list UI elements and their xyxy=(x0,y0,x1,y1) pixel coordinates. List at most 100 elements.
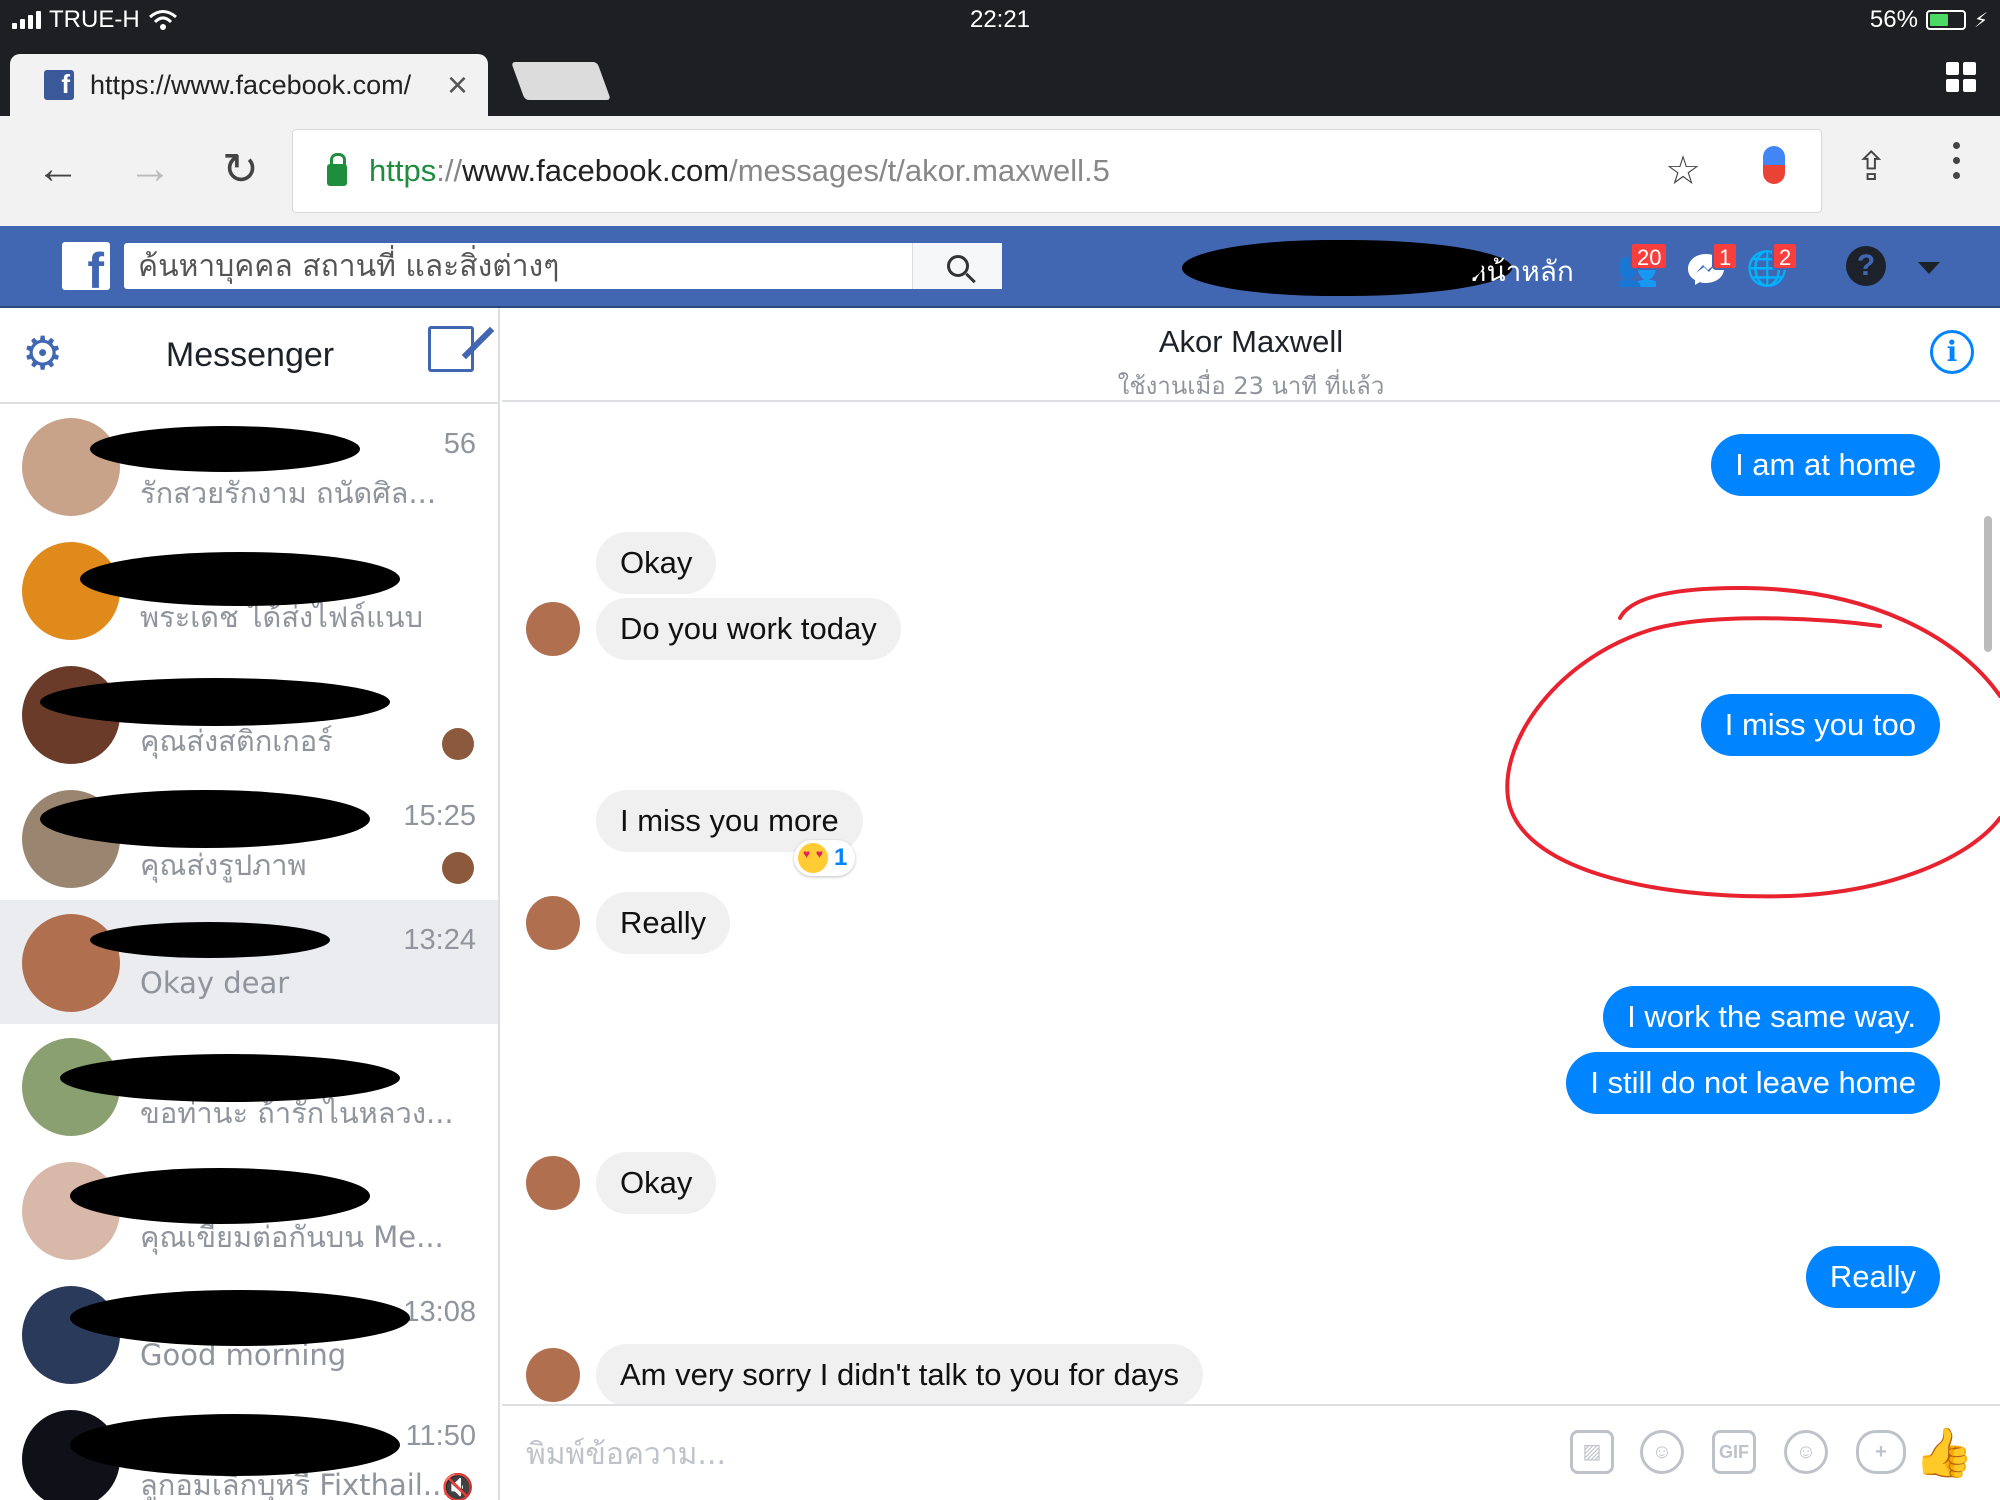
received-message-bubble[interactable]: Okay xyxy=(596,532,717,594)
battery-percent: 56% xyxy=(1869,6,1918,33)
friend-requests-button[interactable]: 👥 20 xyxy=(1616,242,1669,288)
forward-arrow-icon[interactable]: → xyxy=(128,144,172,194)
received-message-bubble[interactable]: Really xyxy=(596,892,731,954)
menu-kebab-icon[interactable] xyxy=(1953,142,1960,179)
notifications-button[interactable]: 🌐 2 xyxy=(1746,242,1799,288)
sidebar-title: Messenger xyxy=(165,336,335,374)
address-bar[interactable]: https://www.facebook.com/messages/t/akor… xyxy=(292,129,1822,213)
sender-avatar[interactable] xyxy=(526,602,580,656)
muted-icon: 🔇 xyxy=(441,1472,474,1500)
info-icon[interactable]: i xyxy=(1930,330,1974,374)
avatar xyxy=(22,418,120,516)
messages-badge: 1 xyxy=(1712,242,1739,270)
conversation-item[interactable]: Good morning 13:08 xyxy=(0,1272,498,1396)
redaction-mark xyxy=(90,922,330,958)
received-message-bubble[interactable]: Okay xyxy=(596,1152,717,1214)
redaction-mark xyxy=(1182,240,1482,296)
bookmark-star-icon[interactable]: ☆ xyxy=(1665,148,1701,194)
sender-avatar[interactable] xyxy=(526,1156,580,1210)
received-message-bubble[interactable]: Do you work today xyxy=(596,598,901,660)
search-icon xyxy=(946,255,969,277)
conversation-time: 13:24 xyxy=(403,924,476,956)
redaction-mark xyxy=(90,426,360,472)
browser-toolbar: ← → ↻ https://www.facebook.com/messages/… xyxy=(0,116,2000,226)
conversation-item[interactable]: คุณส่งสติกเกอร์ xyxy=(0,652,498,776)
sidebar-header: ⚙ Messenger xyxy=(0,308,498,404)
url-path: /messages/t/akor.maxwell.5 xyxy=(729,153,1110,188)
browser-tab[interactable]: f https://www.facebook.com/ × xyxy=(10,54,488,116)
conversation-time: 56 xyxy=(443,428,476,460)
conversation-item[interactable]: พระเดช ได้ส่งไฟล์แนบ xyxy=(0,528,498,652)
avatar xyxy=(22,914,120,1012)
conversation-item[interactable]: คุณเขียมต่อกันบน Me... xyxy=(0,1148,498,1272)
sent-message-bubble[interactable]: I am at home xyxy=(1711,434,1940,496)
sent-message-bubble[interactable]: Really xyxy=(1805,1246,1940,1308)
conversation-time: 13:08 xyxy=(403,1296,476,1328)
battery-icon xyxy=(1925,10,1966,30)
notifications-badge: 2 xyxy=(1772,242,1799,270)
close-tab-icon[interactable]: × xyxy=(447,64,468,106)
conversation-list: รักสวยรักงาม ถนัดศิล... 56 พระเดช ได้ส่งไฟ… xyxy=(0,404,498,1500)
home-link[interactable]: หน้าหลัก xyxy=(1468,250,1574,294)
search-button[interactable] xyxy=(912,243,1002,289)
active-status: ใช้งานเมื่อ 23 นาที ที่แล้ว xyxy=(1117,372,1385,400)
photo-icon[interactable]: ▨ xyxy=(1570,1430,1614,1474)
url-scheme: https xyxy=(369,153,437,188)
conversation-item[interactable]: Okay dear 13:24 xyxy=(0,900,498,1024)
redaction-mark xyxy=(70,1414,400,1476)
sent-message-bubble[interactable]: I work the same way. xyxy=(1603,986,1940,1048)
search-input[interactable] xyxy=(124,243,904,289)
messages-button[interactable]: 1 xyxy=(1686,242,1739,288)
sender-avatar[interactable] xyxy=(526,1348,580,1402)
facebook-logo-icon[interactable]: f xyxy=(62,242,110,290)
sticker-icon[interactable]: ☺ xyxy=(1640,1430,1684,1474)
sender-avatar[interactable] xyxy=(526,896,580,950)
back-arrow-icon[interactable]: ← xyxy=(36,144,80,194)
seen-avatar xyxy=(442,728,474,760)
thumbs-up-like-icon[interactable]: 👍 xyxy=(1914,1424,1974,1481)
share-icon[interactable]: ⇪ xyxy=(1854,144,1888,190)
url-host: www.facebook.com xyxy=(462,153,730,188)
redaction-mark xyxy=(40,790,370,848)
conversation-snippet: รักสวยรักงาม ถนัดศิล... xyxy=(140,476,437,510)
gif-button[interactable]: GIF xyxy=(1712,1430,1756,1474)
compose-new-message-icon[interactable] xyxy=(428,326,474,372)
message-reaction[interactable]: 1 xyxy=(794,840,856,876)
browser-tab-strip: f https://www.facebook.com/ × xyxy=(0,40,2000,116)
conversation-item[interactable]: ขอท่านะ ถ้ารักไนหลวง... xyxy=(0,1024,498,1148)
game-controller-icon[interactable]: + xyxy=(1856,1430,1906,1474)
conversation-snippet: Okay dear xyxy=(140,966,290,1000)
reaction-count: 1 xyxy=(834,844,848,871)
new-tab-button[interactable] xyxy=(511,62,611,100)
redaction-mark xyxy=(80,552,400,606)
received-message-bubble[interactable]: Am very sorry I didn't talk to you for d… xyxy=(596,1344,1203,1406)
facebook-search xyxy=(124,243,1002,289)
conversation-item[interactable]: รักสวยรักงาม ถนัดศิล... 56 xyxy=(0,404,498,528)
conversation-item[interactable]: คุณส่งรูปภาพ 15:25 xyxy=(0,776,498,900)
message-composer: ▨ ☺ GIF ☺ + 👍 xyxy=(502,1404,2000,1500)
redaction-mark xyxy=(60,1054,400,1102)
contact-name[interactable]: Akor Maxwell xyxy=(502,324,2000,360)
redaction-mark xyxy=(40,678,390,726)
emoji-icon[interactable]: ☺ xyxy=(1784,1430,1828,1474)
tab-switcher-icon[interactable] xyxy=(1946,62,1976,92)
reload-icon[interactable]: ↻ xyxy=(222,144,259,195)
account-menu-caret-icon[interactable] xyxy=(1918,262,1940,274)
clock: 22:21 xyxy=(969,6,1031,33)
annotation-circle xyxy=(1505,585,2000,899)
charging-icon: ⚡ xyxy=(1973,9,1988,32)
sent-message-bubble[interactable]: I still do not leave home xyxy=(1566,1052,1940,1114)
conversation-item[interactable]: ลูกอมเลิกบุหรี่ Fixthail... 11:50 🔇 xyxy=(0,1396,498,1500)
conversation-snippet: คุณส่งรูปภาพ xyxy=(140,848,307,882)
help-icon[interactable]: ? xyxy=(1846,246,1886,286)
message-input[interactable] xyxy=(526,1428,1506,1480)
lock-icon xyxy=(327,153,347,186)
tab-title: https://www.facebook.com/ xyxy=(90,69,412,100)
conversation-time: 15:25 xyxy=(403,800,476,832)
microphone-icon[interactable] xyxy=(1763,146,1785,184)
conversation-time: 11:50 xyxy=(405,1420,476,1452)
url-separator: :// xyxy=(436,153,463,188)
heart-eyes-emoji-icon xyxy=(798,843,828,873)
redaction-mark xyxy=(70,1290,410,1346)
facebook-favicon-icon: f xyxy=(44,69,74,100)
